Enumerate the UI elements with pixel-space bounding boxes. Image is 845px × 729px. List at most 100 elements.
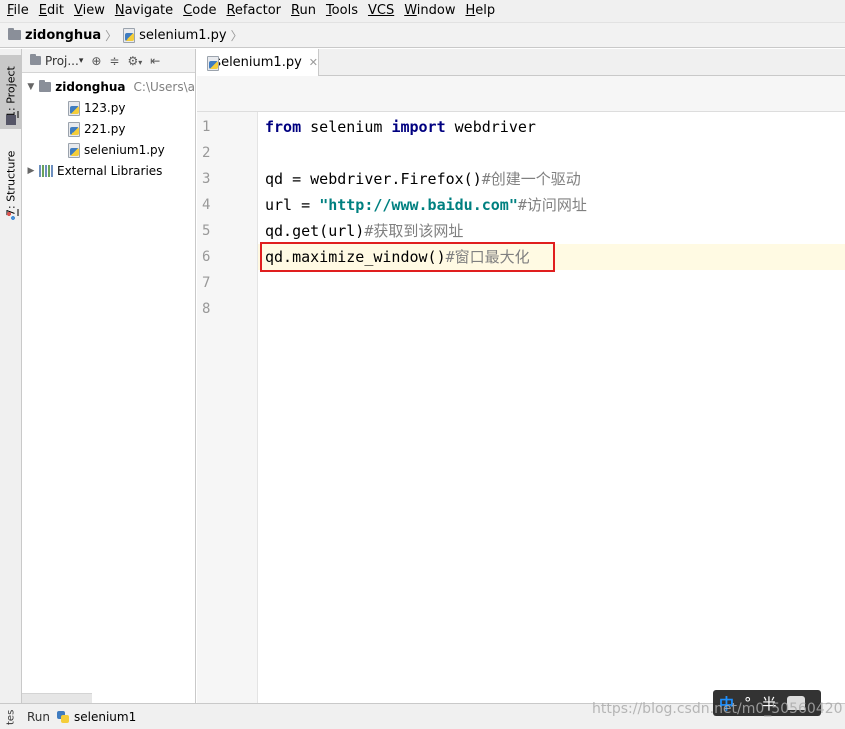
menu-vcs[interactable]: VCS [363,0,399,22]
menu-navigate-mnemonic: N [114,3,125,18]
tree-file-item[interactable]: 221.py [22,118,195,139]
project-view-selector[interactable]: Proj... [45,54,79,68]
python-file-icon [66,121,80,137]
python-file-icon [66,142,80,158]
menu-window[interactable]: Window [399,0,460,22]
collapse-arrow-icon[interactable]: ▶ [26,166,36,176]
comment-token: #获取到该网址 [364,222,464,240]
menu-code-mnemonic: C [183,3,193,18]
comment-token: #访问网址 [517,196,587,214]
menu-help-label: elp [475,3,496,18]
menu-edit-mnemonic: E [38,3,47,18]
tree-root-path: C:\Users\a [133,79,195,94]
structure-tool-label: : Structure [4,150,18,209]
code-line-2[interactable] [258,140,845,166]
menu-run[interactable]: Run [286,0,321,22]
menu-refactor-mnemonic: R [226,3,235,18]
line-number: 4 [202,197,211,213]
run-config-label: selenium1 [74,709,137,724]
code-line-4[interactable]: url = "http://www.baidu.com"#访问网址 [258,192,845,218]
project-tool-label: : Project [4,66,18,111]
dropdown-arrow-icon[interactable]: ▾ [79,56,84,66]
menu-tools[interactable]: Tools [321,0,363,22]
breadcrumb-project[interactable]: zidonghua [8,28,101,43]
chevron-right-icon: 〉 [105,28,118,43]
line-number: 8 [202,301,211,317]
line-number: 1 [202,119,211,135]
menu-edit[interactable]: Edit [34,0,69,22]
menu-run-label: un [299,3,316,18]
tree-file-item[interactable]: selenium1.py [22,139,195,160]
favorites-tool-button[interactable]: tes [0,706,22,729]
expand-arrow-icon[interactable]: ▼ [26,82,36,92]
project-view-icon [30,54,41,65]
tab-label: selenium1.py [214,55,302,70]
menu-bar: File Edit View Navigate Code Refactor Ru… [0,0,845,22]
menu-code-label: ode [192,3,217,18]
breadcrumb-file[interactable]: selenium1.py [121,27,227,43]
comment-token: #创建一个驱动 [481,170,581,188]
tree-file-label: 123.py [84,100,126,115]
keyword-token: import [391,118,446,136]
breadcrumb-file-label: selenium1.py [139,27,227,43]
menu-help-mnemonic: H [465,3,476,18]
tree-external-libraries[interactable]: ▶ External Libraries [22,160,195,181]
menu-refactor[interactable]: Refactor [221,0,286,22]
menu-file[interactable]: File [2,0,34,22]
menu-navigate[interactable]: Navigate [110,0,178,22]
menu-view-mnemonic: V [73,3,83,18]
tree-file-item[interactable]: 123.py [22,97,195,118]
string-token: "http://www.baidu.com" [319,196,518,214]
code-line-3[interactable]: qd = webdriver.Firefox()#创建一个驱动 [258,166,845,192]
folder-icon [8,28,21,40]
menu-window-label: indow [416,3,456,18]
code-token: qd.get(url) [265,222,365,240]
structure-stripe-icon [6,211,16,221]
code-editor[interactable]: from selenium import webdriver qd = webd… [258,112,845,703]
left-tool-stripe: 1: Project 7: Structure [0,49,22,729]
close-icon[interactable]: ✕ [309,56,318,69]
menu-view[interactable]: View [69,0,110,22]
python-file-icon [205,55,220,71]
annotation-highlight-box [260,242,555,272]
code-line-7[interactable] [258,270,845,296]
tab-selenium1[interactable]: selenium1.py ✕ [197,49,319,76]
run-config[interactable]: selenium1 [56,710,136,724]
tree-root[interactable]: ▼ zidonghua C:\Users\a [22,76,195,97]
line-number: 3 [202,171,211,187]
menu-file-label: ile [13,3,29,18]
code-line-5[interactable]: qd.get(url)#获取到该网址 [258,218,845,244]
keyword-token: from [265,118,302,136]
menu-window-mnemonic: W [404,3,417,18]
code-line-1[interactable]: from selenium import webdriver [258,114,845,140]
breadcrumb: zidonghua 〉 selenium1.py 〉 [0,22,845,48]
library-icon [39,164,53,177]
project-panel-toolbar: Proj... ▾ ⊕ ≑ ⚙▾ ⇤ [22,49,195,73]
scroll-from-source-icon[interactable]: ⊕ [91,54,101,68]
run-tool-label[interactable]: Run [27,710,50,724]
line-number: 7 [202,275,211,291]
menu-vcs-mnemonic: VCS [367,3,395,18]
editor-breadcrumb-strip [197,76,845,112]
horizontal-scrollbar[interactable] [22,693,92,703]
watermark: https://blog.csdn.net/m0_50560420 [592,701,843,717]
external-libraries-label: External Libraries [57,163,163,178]
python-file-icon [66,100,80,116]
breadcrumb-project-label: zidonghua [25,27,102,43]
line-number: 2 [202,145,211,161]
code-token: qd = webdriver.Firefox() [265,170,482,188]
collapse-all-icon[interactable]: ≑ [109,54,119,68]
tree-root-label: zidonghua [55,79,126,94]
code-token: url = [265,196,320,214]
code-token: selenium [301,118,392,136]
folder-icon [38,79,52,92]
menu-code[interactable]: Code [178,0,221,22]
menu-help[interactable]: Help [460,0,500,22]
tree-file-label: selenium1.py [84,142,165,157]
code-line-8[interactable] [258,296,845,322]
gear-icon[interactable]: ⚙▾ [127,54,142,68]
project-tree: ▼ zidonghua C:\Users\a 123.py 221.py sel… [22,73,195,181]
line-number: 5 [202,223,211,239]
hide-panel-icon[interactable]: ⇤ [150,54,160,68]
chevron-right-icon: 〉 [230,28,243,43]
